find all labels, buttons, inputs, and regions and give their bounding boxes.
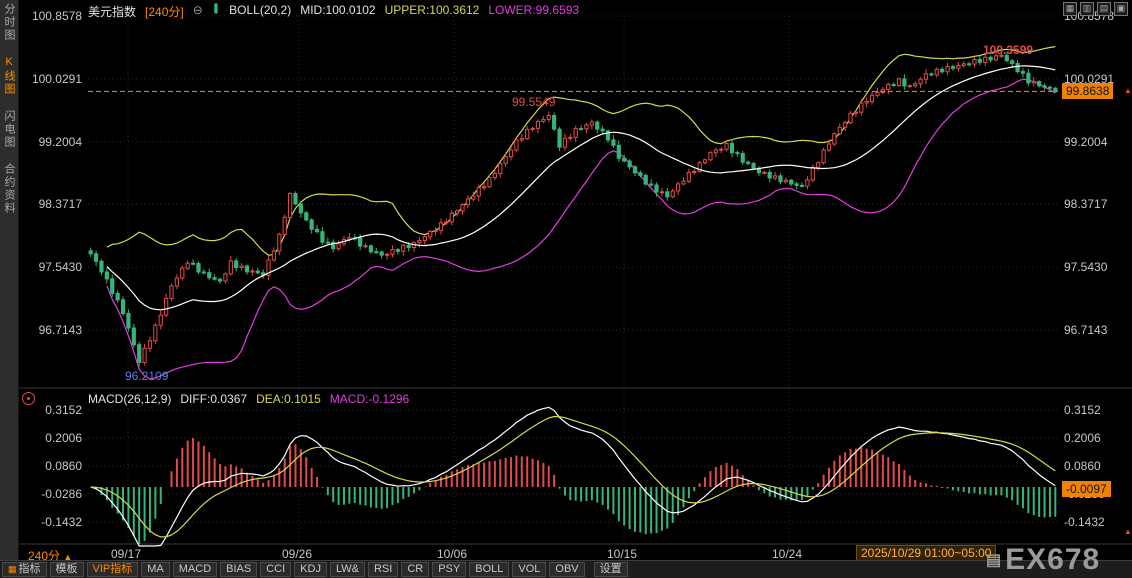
- toolbar-button-label: MA: [147, 563, 164, 575]
- macd-panel-header: MACD(26,12,9) DIFF:0.0367 DEA:0.1015 MAC…: [88, 392, 409, 406]
- toolbar-button-psy[interactable]: PSY: [432, 562, 467, 577]
- boll-indicator-label: BOLL(20,2): [229, 3, 292, 17]
- trading-app-window: 分时图 K线图 闪电图 合约资料 美元指数 [240分] ⊖ ❚ BOLL(20…: [0, 0, 1132, 578]
- grid-layout-icon[interactable]: ▦: [1063, 2, 1077, 16]
- date-label: 09/17: [111, 547, 142, 561]
- toolbar-button-label: CR: [407, 563, 424, 575]
- toolbar-button-label: LW&: [335, 563, 359, 575]
- last-price-badge: 99.8638: [1062, 83, 1114, 100]
- split-horizontal-icon[interactable]: ▥: [1080, 2, 1094, 16]
- last-macd-badge: -0.0097: [1062, 481, 1111, 498]
- price-axis-label-right: 98.3717: [1064, 197, 1108, 212]
- price-axis-label-right: 97.5430: [1064, 260, 1108, 275]
- annotation-period-high: 100.3599: [983, 43, 1034, 57]
- toolbar-button-lw[interactable]: LW&: [329, 562, 365, 577]
- chart-canvas[interactable]: [0, 0, 1132, 578]
- toolbar-button-templates[interactable]: 模板: [49, 562, 84, 577]
- toolbar-button-kdj[interactable]: KDJ: [294, 562, 327, 577]
- sidebar-tab-kline[interactable]: K线图: [1, 56, 17, 96]
- toolbar-button-label: 指标: [18, 563, 41, 575]
- macd-diff-value: DIFF:0.0367: [180, 392, 248, 406]
- watermark-text: EX678: [1005, 543, 1101, 576]
- split-vertical-icon[interactable]: ▤: [1097, 2, 1111, 16]
- date-label: 10/06: [437, 547, 468, 561]
- macd-axis-label-right: 0.2006: [1064, 431, 1101, 445]
- date-label: 10/24: [772, 547, 803, 561]
- annotation-local-high: 99.5549: [512, 95, 556, 109]
- sidebar-tab-time-chart[interactable]: 分时图: [1, 3, 17, 42]
- price-axis-label-left: 99.2004: [38, 134, 82, 149]
- price-axis-label-left: 97.5430: [38, 260, 82, 275]
- toolbar-button-label: VOL: [518, 563, 541, 575]
- toolbar-button-label: BOLL: [475, 563, 504, 575]
- toolbar-button-bias[interactable]: BIAS: [220, 562, 258, 577]
- toolbar-button-label: OBV: [555, 563, 579, 575]
- toolbar-button-label: 设置: [599, 563, 622, 575]
- chart-type-sidebar: 分时图 K线图 闪电图 合约资料: [0, 0, 19, 563]
- date-label: 10/15: [607, 547, 638, 561]
- macd-up-arrow-icon: ▲: [1124, 527, 1132, 537]
- toolbar-button-indicators[interactable]: ▦ 指标: [2, 562, 47, 577]
- macd-axis-label-left: -0.1432: [41, 515, 82, 529]
- toolbar-button-ma[interactable]: MA: [141, 562, 170, 577]
- date-label: 09/26: [282, 547, 313, 561]
- price-axis-label-right: 96.7143: [1064, 323, 1108, 337]
- toolbar-button-cci[interactable]: CCI: [260, 562, 292, 577]
- layout-icon-group: ▦ ▥ ▤ ▣: [1063, 2, 1128, 16]
- sidebar-tab-flash-chart[interactable]: 闪电图: [1, 110, 17, 149]
- macd-axis-label-left: -0.0286: [41, 487, 82, 501]
- toolbar-button-obv[interactable]: OBV: [549, 562, 585, 577]
- red-dot-icon[interactable]: [22, 392, 35, 405]
- indicator-grid-icon: ▦: [8, 564, 17, 574]
- macd-axis-label-right: 0.0860: [1064, 459, 1101, 473]
- current-bar-time-badge: 2025/10/29 01:00~05:00: [856, 545, 997, 561]
- macd-dea-value: DEA:0.1015: [256, 392, 321, 406]
- period-label[interactable]: [240分]: [145, 3, 184, 20]
- toolbar-button-rsi[interactable]: RSI: [367, 562, 399, 577]
- symbol-label: 美元指数: [88, 5, 137, 19]
- price-axis-label-left: 96.7143: [38, 323, 82, 337]
- price-axis-label-left: 100.0291: [31, 71, 82, 86]
- macd-axis-label-left: 0.3152: [45, 403, 82, 417]
- toolbar-button-label: CCI: [266, 563, 286, 575]
- macd-axis-label-left: 0.0860: [45, 459, 82, 473]
- boll-mid-value: MID:100.0102: [300, 3, 376, 17]
- toolbar-button-vip-indicators[interactable]: VIP指标: [86, 562, 139, 577]
- price-axis-label-left: 98.3717: [38, 197, 82, 212]
- toolbar-button-boll[interactable]: BOLL: [469, 562, 510, 577]
- macd-axis-label-right: 0.3152: [1064, 403, 1101, 417]
- macd-axis-label-right: -0.1432: [1064, 515, 1105, 529]
- macd-indicator-label: MACD(26,12,9): [88, 392, 172, 406]
- indicator-toolbar: ▦ 指标 模板 VIP指标 MA MACD BIAS CCI KDJ LW& RSI CR PSY BOL…: [0, 560, 1132, 578]
- price-axis-label-left: 100.8578: [31, 9, 82, 23]
- toolbar-button-vol[interactable]: VOL: [512, 562, 547, 577]
- toolbar-button-label: MACD: [178, 563, 212, 575]
- macd-hist-value: MACD:-0.1296: [329, 392, 410, 406]
- watermark: ▤ EX678: [986, 543, 1100, 577]
- annotation-period-low: 96.2109: [125, 369, 169, 383]
- toolbar-button-settings[interactable]: 设置: [593, 562, 628, 577]
- toolbar-button-label: PSY: [438, 563, 461, 575]
- sidebar-tab-contract-info[interactable]: 合约资料: [1, 163, 17, 215]
- price-axis-label-right: 99.2004: [1064, 134, 1108, 149]
- toolbar-button-label: BIAS: [226, 563, 252, 575]
- watermark-logo-icon: ▤: [986, 552, 1003, 569]
- price-chart-header: 美元指数 [240分] ⊖ ❚ BOLL(20,2) MID:100.0102 …: [88, 3, 579, 20]
- toolbar-button-macd[interactable]: MACD: [172, 562, 218, 577]
- toolbar-button-cr[interactable]: CR: [401, 562, 430, 577]
- collapse-icon[interactable]: ⊖: [193, 3, 203, 20]
- candles-icon: ❚: [211, 3, 221, 14]
- macd-axis-label-left: 0.2006: [45, 431, 82, 445]
- toolbar-button-label: 模板: [55, 563, 78, 575]
- toolbar-button-label: RSI: [373, 563, 393, 575]
- single-view-icon[interactable]: ▣: [1114, 2, 1128, 16]
- toolbar-button-label: VIP指标: [92, 563, 133, 575]
- price-up-arrow-icon: ▲: [1124, 86, 1132, 96]
- toolbar-button-label: KDJ: [300, 563, 321, 575]
- boll-lower-value: LOWER:99.6593: [488, 3, 580, 17]
- boll-upper-value: UPPER:100.3612: [384, 3, 480, 17]
